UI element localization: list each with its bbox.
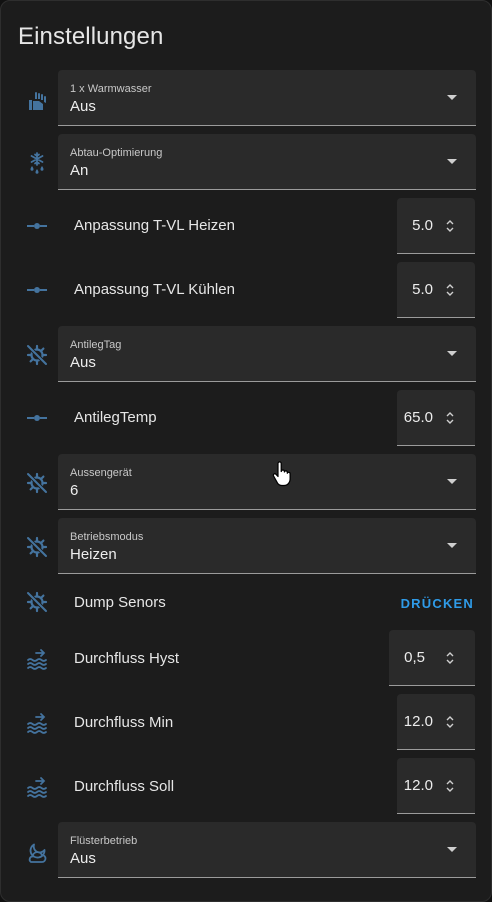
water-flow-icon: [25, 711, 49, 735]
betriebsmodus-select[interactable]: Betriebsmodus Heizen: [58, 518, 476, 574]
antilegtemp-input[interactable]: 65.0: [397, 390, 475, 446]
spinner-icon[interactable]: [445, 282, 455, 298]
row-anpassung-kuehlen: Anpassung T-VL Kühlen 5.0: [1, 262, 491, 318]
spinner-icon[interactable]: [445, 410, 455, 426]
row-label: Anpassung T-VL Heizen: [74, 217, 235, 234]
hand-pointer-cursor-icon: [272, 461, 292, 487]
field-label: Flüsterbetrieb: [70, 835, 138, 847]
field-label: Betriebsmodus: [70, 531, 144, 543]
number-value: 0,5: [404, 649, 425, 666]
row-label: Durchfluss Soll: [74, 778, 175, 795]
row-label: Durchfluss Min: [74, 714, 174, 731]
row-dump-senors: Dump Senors DRÜCKEN: [1, 582, 491, 622]
row-betriebsmodus: Betriebsmodus Heizen: [1, 518, 491, 574]
row-durchfluss-soll: Durchfluss Soll 12.0: [1, 758, 491, 814]
field-label: Abtau-Optimierung: [70, 147, 163, 159]
hand-water-icon: [25, 89, 49, 113]
spinner-icon[interactable]: [445, 218, 455, 234]
cog-off-icon: [25, 343, 49, 367]
row-abtau: Abtau-Optimierung An: [1, 134, 491, 190]
field-value: Heizen: [70, 546, 117, 563]
durchfluss-soll-input[interactable]: 12.0: [397, 758, 475, 814]
aussengeraet-select[interactable]: Aussengerät 6: [58, 454, 476, 510]
durchfluss-min-input[interactable]: 12.0: [397, 694, 475, 750]
card-title: Einstellungen: [18, 23, 164, 50]
row-warmwasser: 1 x Warmwasser Aus: [1, 70, 491, 126]
row-label: Anpassung T-VL Kühlen: [74, 281, 235, 298]
dropdown-arrow-icon: [447, 479, 457, 484]
cog-off-icon: [25, 590, 49, 614]
number-value: 5.0: [412, 217, 433, 234]
row-fluesterbetrieb: Flüsterbetrieb Aus: [1, 822, 491, 878]
spinner-icon[interactable]: [445, 714, 455, 730]
field-value: An: [70, 162, 89, 179]
abtau-select[interactable]: Abtau-Optimierung An: [58, 134, 476, 190]
dropdown-arrow-icon: [447, 847, 457, 852]
dropdown-arrow-icon: [447, 95, 457, 100]
field-label: AntilegTag: [70, 339, 122, 351]
row-aussengeraet: Aussengerät 6: [1, 454, 491, 510]
dropdown-arrow-icon: [447, 543, 457, 548]
field-value: Aus: [70, 850, 96, 867]
cog-off-icon: [25, 471, 49, 495]
row-antilegtag: AntilegTag Aus: [1, 326, 491, 382]
row-anpassung-heizen: Anpassung T-VL Heizen 5.0: [1, 198, 491, 254]
anpassung-kuehlen-input[interactable]: 5.0: [397, 262, 475, 318]
weather-night-icon: [25, 841, 49, 865]
field-label: Aussengerät: [70, 467, 132, 479]
durchfluss-hyst-input[interactable]: 0,5: [389, 630, 475, 686]
snowflake-melt-icon: [25, 151, 49, 175]
row-label: AntilegTemp: [74, 409, 157, 426]
settings-card: Einstellungen 1 x Warmwasser Aus Abtau-O…: [0, 0, 492, 902]
fluesterbetrieb-select[interactable]: Flüsterbetrieb Aus: [58, 822, 476, 878]
cog-off-icon: [25, 535, 49, 559]
water-flow-icon: [25, 647, 49, 671]
ray-vertex-icon: [25, 214, 49, 238]
ray-vertex-icon: [25, 406, 49, 430]
spinner-icon[interactable]: [445, 650, 455, 666]
row-durchfluss-min: Durchfluss Min 12.0: [1, 694, 491, 750]
row-label: Dump Senors: [74, 594, 166, 611]
number-value: 12.0: [403, 713, 433, 730]
field-label: 1 x Warmwasser: [70, 83, 152, 95]
dropdown-arrow-icon: [447, 351, 457, 356]
row-durchfluss-hyst: Durchfluss Hyst 0,5: [1, 630, 491, 686]
water-flow-icon: [25, 775, 49, 799]
dropdown-arrow-icon: [447, 159, 457, 164]
antilegtag-select[interactable]: AntilegTag Aus: [58, 326, 476, 382]
ray-vertex-icon: [25, 278, 49, 302]
field-value: Aus: [70, 98, 96, 115]
field-value: 6: [70, 482, 79, 499]
anpassung-heizen-input[interactable]: 5.0: [397, 198, 475, 254]
row-label: Durchfluss Hyst: [74, 650, 180, 667]
number-value: 12.0: [403, 777, 433, 794]
row-antilegtemp: AntilegTemp 65.0: [1, 390, 491, 446]
field-value: Aus: [70, 354, 96, 371]
spinner-icon[interactable]: [445, 778, 455, 794]
press-button[interactable]: DRÜCKEN: [401, 596, 474, 611]
number-value: 65.0: [403, 409, 433, 426]
warmwasser-select[interactable]: 1 x Warmwasser Aus: [58, 70, 476, 126]
number-value: 5.0: [412, 281, 433, 298]
